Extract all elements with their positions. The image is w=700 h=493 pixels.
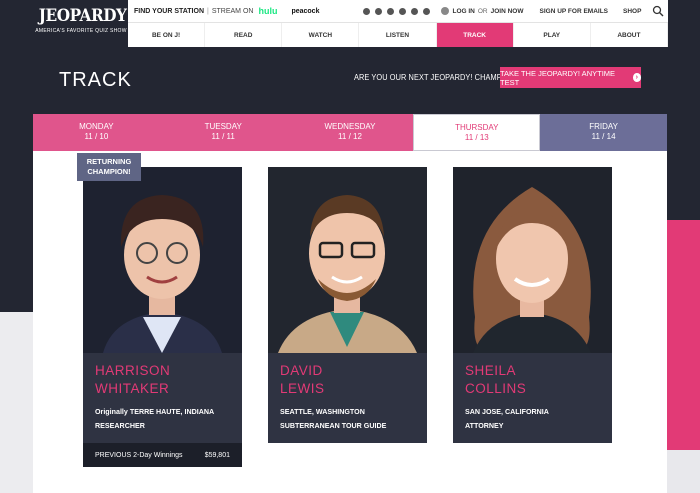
contestant-name: SHEILA COLLINS [465, 362, 526, 398]
tab-date-label: 11 / 11 [211, 132, 235, 141]
first-name: DAVID [280, 363, 323, 378]
jeopardy-logo[interactable]: JEOPARDY! AMERICA'S FAVORITE QUIZ SHOW [34, 0, 134, 47]
peacock-link[interactable]: peacock [291, 8, 319, 15]
user-icon [441, 7, 450, 15]
tab-date-label: 11 / 10 [84, 132, 109, 141]
x-icon[interactable] [375, 7, 383, 15]
contestant-details: SAN JOSE, CALIFORNIA ATTORNEY [465, 405, 549, 433]
nav-listen[interactable]: LISTEN [359, 23, 437, 47]
shop-link[interactable]: SHOP [623, 8, 641, 15]
first-name: HARRISON [95, 363, 171, 378]
occupation: ATTORNEY [465, 421, 504, 430]
nav-about[interactable]: ABOUT [591, 23, 668, 47]
join-link[interactable]: JOIN NOW [491, 8, 524, 15]
find-station-link[interactable]: FIND YOUR STATION [128, 8, 204, 15]
day-tabs: MONDAY 11 / 10 TUESDAY 11 / 11 WEDNESDAY… [33, 114, 667, 151]
social-links [363, 7, 431, 15]
tab-monday[interactable]: MONDAY 11 / 10 [33, 114, 160, 151]
search-icon[interactable] [652, 5, 664, 17]
tab-day-label: FRIDAY [589, 122, 618, 131]
contestant-card[interactable]: SHEILA COLLINS SAN JOSE, CALIFORNIA ATTO… [453, 167, 612, 443]
first-name: SHEILA [465, 363, 517, 378]
returning-champion-badge: RETURNING CHAMPION! [77, 153, 141, 181]
tab-day-label: WEDNESDAY [324, 122, 376, 131]
nav-track[interactable]: TRACK [436, 23, 514, 47]
facebook-icon[interactable] [363, 7, 371, 15]
nav-play[interactable]: PLAY [514, 23, 591, 47]
page-title: TRACK [59, 69, 132, 91]
tab-date-label: 11 / 14 [591, 132, 616, 141]
hulu-link[interactable]: hulu [258, 6, 277, 16]
hometown: Originally TERRE HAUTE, INDIANA [95, 407, 215, 416]
store-icon[interactable] [423, 7, 431, 15]
nav-be-on-j[interactable]: BE ON J! [128, 23, 206, 47]
nav-read[interactable]: READ [205, 23, 283, 47]
decor-pink-strip [666, 220, 700, 450]
tab-date-label: 11 / 13 [464, 133, 489, 142]
contestant-name: HARRISON WHITAKER [95, 362, 170, 398]
stream-on-label: STREAM ON [211, 7, 254, 15]
winnings-bar: PREVIOUS 2-Day Winnings $59,801 [83, 443, 242, 467]
occupation: SUBTERRANEAN TOUR GUIDE [280, 421, 387, 430]
occupation: RESEARCHER [95, 421, 145, 430]
main-nav: BE ON J! READ WATCH LISTEN TRACK PLAY AB… [128, 23, 668, 47]
or-label: OR [477, 7, 488, 15]
last-name: WHITAKER [95, 381, 170, 396]
contestant-photo [83, 167, 242, 353]
signup-emails-link[interactable]: SIGN UP FOR EMAILS [540, 8, 609, 15]
tab-day-label: MONDAY [79, 122, 114, 131]
contestant-details: SEATTLE, WASHINGTON SUBTERRANEAN TOUR GU… [280, 405, 386, 433]
account-links: LOG IN OR JOIN NOW [441, 7, 524, 15]
contestant-card[interactable]: HARRISON WHITAKER Originally TERRE HAUTE… [83, 167, 242, 443]
divider: | [207, 7, 209, 15]
contestant-card[interactable]: DAVID LEWIS SEATTLE, WASHINGTON SUBTERRA… [268, 167, 427, 443]
contestant-photo [453, 167, 612, 353]
logo-tagline: AMERICA'S FAVORITE QUIZ SHOW [35, 28, 127, 34]
nav-watch[interactable]: WATCH [282, 23, 360, 47]
login-link[interactable]: LOG IN [452, 8, 474, 15]
hometown: SEATTLE, WASHINGTON [280, 407, 365, 416]
last-name: LEWIS [280, 381, 325, 396]
arrow-right-icon: › [632, 73, 641, 82]
winnings-value: $59,801 [204, 451, 230, 459]
contestant-details: Originally TERRE HAUTE, INDIANA RESEARCH… [95, 405, 214, 433]
utility-bar: FIND YOUR STATION | STREAM ON hulu peaco… [128, 0, 668, 23]
contestant-photo [268, 167, 427, 353]
tab-day-label: THURSDAY [455, 123, 499, 132]
decor-light-strip [0, 312, 34, 493]
anytime-test-button[interactable]: TAKE THE JEOPARDY! ANYTIME TEST › [500, 67, 641, 88]
site-header: FIND YOUR STATION | STREAM ON hulu peaco… [128, 0, 668, 47]
tab-friday[interactable]: FRIDAY 11 / 14 [540, 114, 667, 151]
contestant-name: DAVID LEWIS [280, 362, 325, 398]
last-name: COLLINS [465, 381, 527, 396]
promo-text: ARE YOU OUR NEXT JEOPARDY! CHAMPION? [354, 73, 520, 82]
tab-tuesday[interactable]: TUESDAY 11 / 11 [159, 114, 287, 151]
logo-text: JEOPARDY! [38, 6, 134, 26]
youtube-icon[interactable] [399, 7, 407, 15]
tab-wednesday[interactable]: WEDNESDAY 11 / 12 [286, 114, 414, 151]
tab-date-label: 11 / 12 [338, 132, 362, 141]
instagram-icon[interactable] [387, 7, 395, 15]
anytime-test-label: TAKE THE JEOPARDY! ANYTIME TEST [500, 68, 616, 87]
hometown: SAN JOSE, CALIFORNIA [465, 407, 549, 416]
tab-day-label: TUESDAY [204, 122, 242, 131]
tiktok-icon[interactable] [411, 7, 419, 15]
tab-thursday[interactable]: THURSDAY 11 / 13 [413, 114, 541, 151]
winnings-label: PREVIOUS 2-Day Winnings [95, 451, 183, 459]
